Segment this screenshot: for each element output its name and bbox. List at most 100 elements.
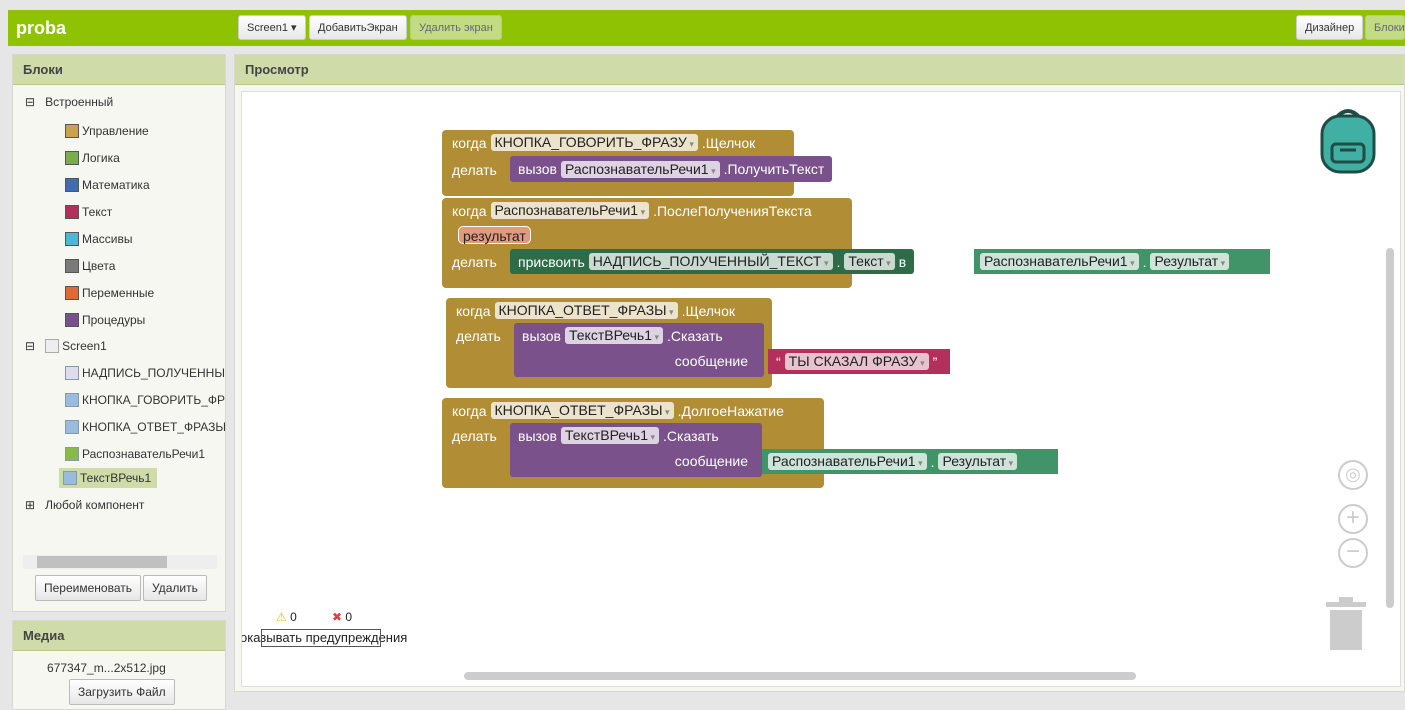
text-value[interactable]: ТЫ СКАЗАЛ ФРАЗУ (784, 353, 929, 370)
event-block-after-text[interactable]: когдаРаспознавательРечи1.ПослеПолученияТ… (442, 198, 852, 288)
call-label: вызов (518, 427, 557, 444)
error-indicator: ✖ 0 (332, 610, 352, 624)
project-title: proba (16, 18, 67, 38)
call-block-speak[interactable]: вызовТекстВРечь1.Сказать сообщение (514, 323, 764, 377)
component-dropdown[interactable]: КНОПКА_ОТВЕТ_ФРАЗЫ (490, 402, 674, 419)
component-dropdown[interactable]: КНОПКА_ГОВОРИТЬ_ФРАЗУ (490, 134, 698, 151)
builtin-item[interactable]: Цвета (65, 259, 115, 273)
rename-button[interactable]: Переименовать (35, 575, 141, 601)
component-dropdown[interactable]: РаспознавательРечи1 (490, 202, 650, 219)
screen-label: Screen1 (62, 339, 107, 353)
event-block-speak-click[interactable]: когдаКНОПКА_ГОВОРИТЬ_ФРАЗУ.Щелчок делать… (442, 130, 833, 196)
component-icon (63, 471, 77, 485)
blocks-button[interactable]: Блоки (1365, 15, 1405, 40)
blocks-panel-title: Блоки (13, 55, 225, 85)
tree-screen1[interactable]: ⊟ Screen1 (25, 339, 107, 353)
warning-indicator: ⚠ 0 (276, 610, 297, 624)
show-warnings-toggle[interactable]: оказывать предупреждения (242, 629, 407, 647)
builtin-item[interactable]: Математика (65, 178, 150, 192)
show-warnings-button-frame[interactable] (261, 629, 381, 647)
source-property-dropdown[interactable]: Результат (938, 453, 1018, 470)
source-property-dropdown[interactable]: Результат (1150, 253, 1230, 270)
category-color-icon (65, 124, 79, 138)
backpack-icon[interactable] (1316, 106, 1380, 174)
delete-button[interactable]: Удалить (143, 575, 207, 601)
when-label: когда (452, 134, 487, 151)
getter-result-block[interactable]: РаспознавательРечи1.Результат (974, 249, 1270, 274)
property-dropdown[interactable]: Текст (844, 253, 895, 270)
component-item[interactable]: КНОПКА_ГОВОРИТЬ_ФР (65, 393, 225, 407)
horizontal-scrollbar[interactable] (23, 555, 217, 569)
category-color-icon (65, 151, 79, 165)
target-dropdown[interactable]: РаспознавательРечи1 (561, 160, 720, 178)
event-block-answer-click[interactable]: когдаКНОПКА_ОТВЕТ_ФРАЗЫ.Щелчок делать вы… (446, 298, 772, 388)
category-color-icon (65, 259, 79, 273)
getter-result-block[interactable]: РаспознавательРечи1.Результат (762, 449, 1058, 474)
builtin-item-label: Управление (82, 124, 149, 138)
do-label: делать (452, 162, 497, 178)
builtin-item-label: Логика (82, 151, 120, 165)
screen-select[interactable]: Screen1 ▾ (238, 15, 306, 40)
component-item[interactable]: НАДПИСЬ_ПОЛУЧЕННЫ (65, 366, 225, 380)
builtin-item[interactable]: Массивы (65, 232, 133, 246)
scrollbar-thumb[interactable] (37, 556, 167, 568)
any-label: Любой компонент (45, 498, 145, 512)
zoom-out-icon[interactable]: − (1338, 538, 1368, 568)
quote-open: “ (776, 353, 781, 370)
error-count: 0 (345, 610, 353, 624)
tree-any-component[interactable]: ⊞ Любой компонент (25, 498, 144, 512)
viewer-title: Просмотр (235, 55, 1404, 85)
text-string-block[interactable]: “ТЫ СКАЗАЛ ФРАЗУ” (768, 349, 950, 374)
builtin-item-label: Процедуры (82, 313, 146, 327)
component-label: КНОПКА_ГОВОРИТЬ_ФР (82, 393, 226, 407)
builtin-item[interactable]: Процедуры (65, 313, 145, 327)
do-label: делать (452, 254, 497, 270)
set-label-text-block[interactable]: присвоитьНАДПИСЬ_ПОЛУЧЕННЫЙ_ТЕКСТ.Текств (510, 249, 915, 274)
trash-icon[interactable] (1326, 596, 1368, 652)
blocks-workspace[interactable]: когдаКНОПКА_ГОВОРИТЬ_ФРАЗУ.Щелчок делать… (241, 91, 1401, 687)
component-item[interactable]: КНОПКА_ОТВЕТ_ФРАЗЫ (65, 420, 226, 434)
to-label: в (898, 253, 907, 270)
event-label: .Щелчок (701, 134, 756, 151)
component-label: КНОПКА_ОТВЕТ_ФРАЗЫ (82, 420, 227, 434)
result-parameter[interactable]: результат (458, 226, 531, 244)
component-icon (65, 366, 79, 380)
do-label: делать (456, 328, 501, 344)
builtin-item[interactable]: Переменные (65, 286, 154, 300)
label-dropdown[interactable]: НАДПИСЬ_ПОЛУЧЕННЫЙ_ТЕКСТ (588, 253, 833, 270)
component-label: РаспознавательРечи1 (82, 447, 206, 461)
add-screen-button[interactable]: ДобавитьЭкран (309, 15, 407, 40)
event-block-answer-longclick[interactable]: когдаКНОПКА_ОТВЕТ_ФРАЗЫ.ДолгоеНажатие де… (442, 398, 824, 488)
category-color-icon (65, 232, 79, 246)
tree-builtin[interactable]: ⊟ Встроенный (25, 95, 113, 109)
component-item[interactable]: ТекстВРечь1 (59, 468, 158, 488)
target-dropdown[interactable]: ТекстВРечь1 (565, 327, 664, 344)
builtin-item[interactable]: Управление (65, 124, 149, 138)
viewer-panel: Просмотр когдаКНОПКА_ГОВОРИТЬ_ФРАЗУ.Щелч… (234, 54, 1405, 692)
source-dropdown[interactable]: РаспознавательРечи1 (980, 253, 1139, 270)
source-dropdown[interactable]: РаспознавательРечи1 (768, 453, 927, 470)
recenter-icon[interactable]: ◎ (1338, 460, 1368, 490)
call-block-speak[interactable]: вызовТекстВРечь1.Сказать сообщение (510, 423, 762, 477)
remove-screen-button[interactable]: Удалить экран (410, 15, 502, 40)
call-label: вызов (518, 161, 557, 177)
target-dropdown[interactable]: ТекстВРечь1 (561, 427, 660, 444)
upload-button[interactable]: Загрузить Файл (69, 679, 175, 705)
component-item[interactable]: РаспознавательРечи1 (65, 447, 205, 461)
horizontal-scrollbar[interactable] (464, 672, 1136, 680)
zoom-in-icon[interactable]: + (1338, 504, 1368, 534)
designer-button[interactable]: Дизайнер (1296, 15, 1364, 40)
component-dropdown[interactable]: КНОПКА_ОТВЕТ_ФРАЗЫ (494, 302, 678, 319)
builtin-item[interactable]: Логика (65, 151, 120, 165)
builtin-item[interactable]: Текст (65, 205, 112, 219)
error-icon: ✖ (332, 610, 343, 624)
builtin-item-label: Цвета (82, 259, 116, 273)
builtin-label: Встроенный (45, 95, 114, 109)
call-block-get-text[interactable]: вызовРаспознавательРечи1.ПолучитьТекст (510, 156, 833, 182)
component-icon (65, 393, 79, 407)
media-file[interactable]: 677347_m...2x512.jpg (47, 661, 166, 675)
vertical-scrollbar[interactable] (1386, 248, 1394, 608)
when-label: когда (452, 402, 487, 419)
when-label: когда (456, 302, 491, 319)
component-icon (65, 420, 79, 434)
